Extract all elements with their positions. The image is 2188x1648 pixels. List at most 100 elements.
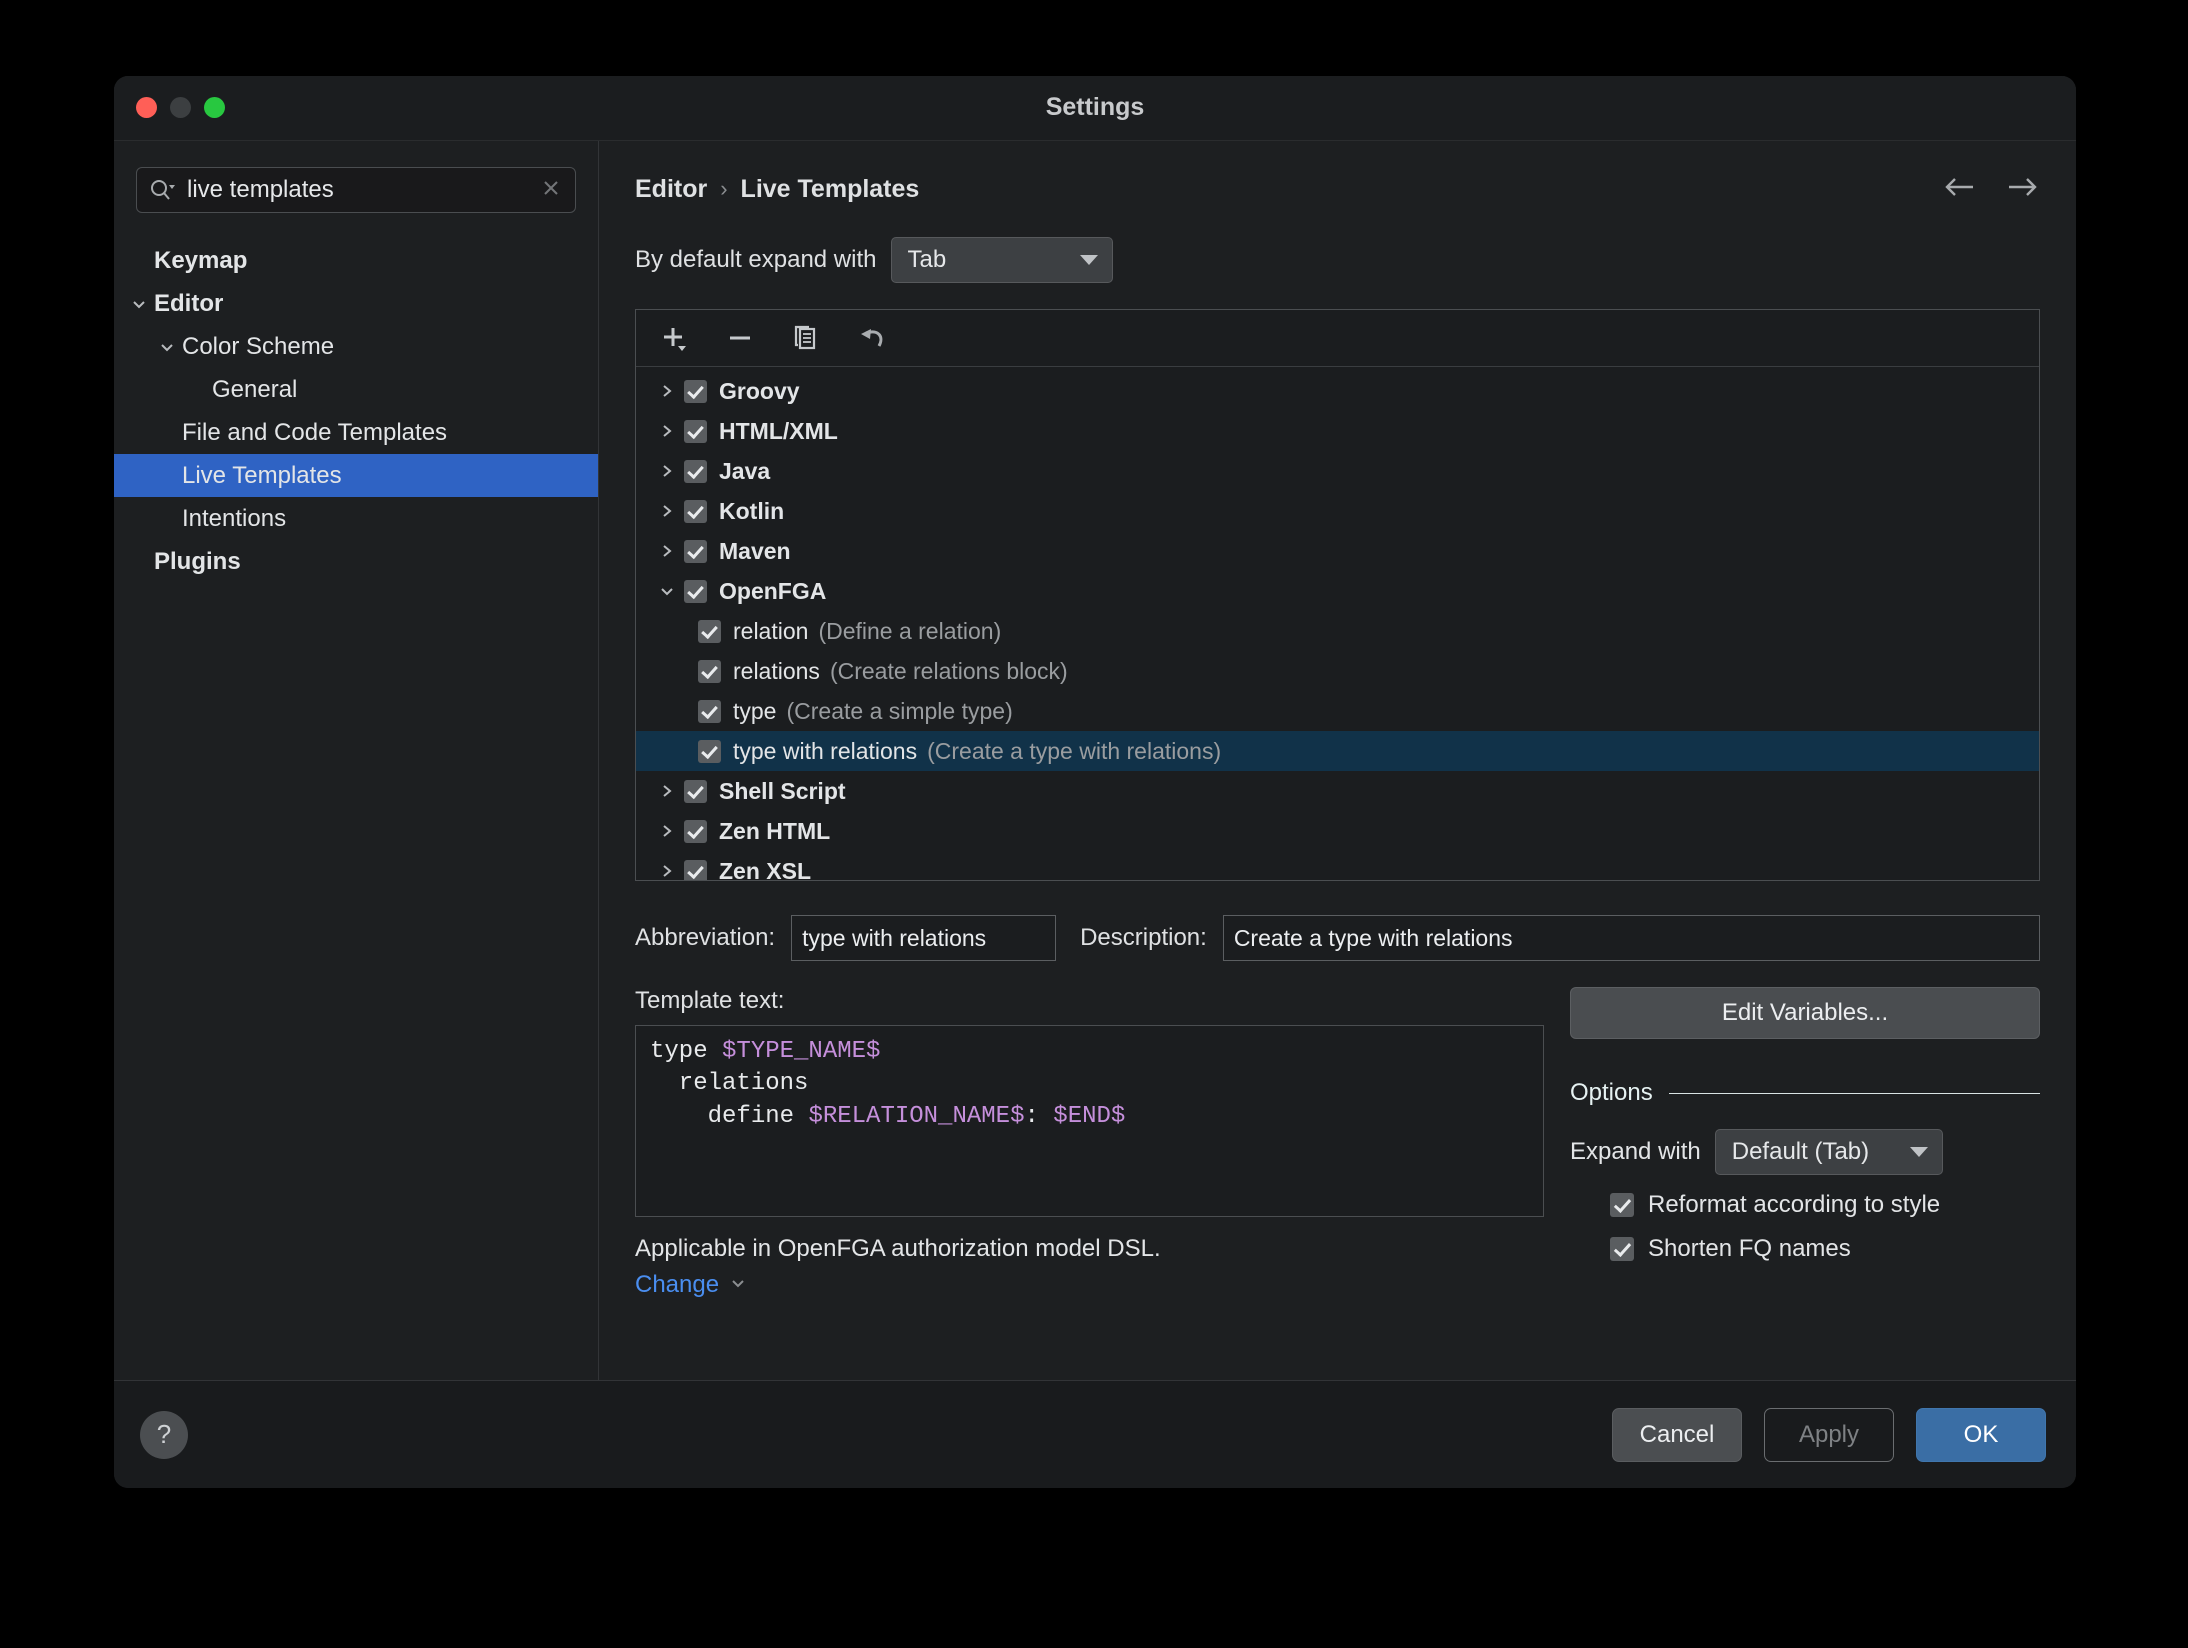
options-divider [1669, 1093, 2040, 1094]
tree-checkbox[interactable] [684, 380, 707, 403]
expand-with-label: Expand with [1570, 1138, 1701, 1166]
expand-with-dropdown[interactable]: Default (Tab) [1715, 1129, 1943, 1175]
ok-button[interactable]: OK [1916, 1408, 2046, 1462]
change-context-link[interactable]: Change [635, 1271, 1544, 1299]
question-mark-icon[interactable]: ? [140, 1411, 188, 1459]
clear-icon[interactable] [539, 176, 563, 205]
code-line: : [1024, 1103, 1053, 1130]
tree-row-label: Maven [719, 538, 791, 565]
edit-variables-button[interactable]: Edit Variables... [1570, 987, 2040, 1039]
chevron-down-icon [729, 1271, 747, 1299]
duplicate-icon[interactable] [786, 318, 826, 358]
tree-row-java[interactable]: Java [636, 451, 2039, 491]
tree-row-shell-script[interactable]: Shell Script [636, 771, 2039, 811]
chevron-right-icon[interactable] [650, 862, 684, 880]
tree-checkbox[interactable] [684, 820, 707, 843]
search-input[interactable]: live templates [187, 176, 539, 204]
tree-row-maven[interactable]: Maven [636, 531, 2039, 571]
tree-row-html-xml[interactable]: HTML/XML [636, 411, 2039, 451]
chevron-right-icon[interactable] [650, 502, 684, 520]
tree-checkbox[interactable] [684, 580, 707, 603]
tree-row-label: relation [733, 618, 808, 645]
template-text-editor[interactable]: type $TYPE_NAME$ relations define $RELAT… [635, 1025, 1544, 1217]
remove-icon[interactable] [720, 318, 760, 358]
tree-row-relation[interactable]: relation (Define a relation) [636, 611, 2039, 651]
chevron-down-icon[interactable] [124, 295, 154, 313]
tree-row-type[interactable]: type (Create a simple type) [636, 691, 2039, 731]
code-line: relations [650, 1070, 808, 1097]
sidebar-item-plugins[interactable]: Plugins [114, 540, 598, 583]
chevron-right-icon[interactable] [650, 542, 684, 560]
chevron-down-icon[interactable] [650, 582, 684, 600]
tree-checkbox[interactable] [684, 780, 707, 803]
tree-row-description: (Define a relation) [818, 618, 1001, 645]
reformat-option-row[interactable]: Reformat according to style [1570, 1191, 2040, 1219]
tree-row-kotlin[interactable]: Kotlin [636, 491, 2039, 531]
tree-row-type-with-relations[interactable]: type with relations (Create a type with … [636, 731, 2039, 771]
sidebar-item-file-and-code-templates[interactable]: File and Code Templates [114, 411, 598, 454]
default-expand-dropdown[interactable]: Tab [891, 237, 1113, 283]
settings-search-field[interactable]: live templates [136, 167, 576, 213]
sidebar-item-general[interactable]: General [114, 368, 598, 411]
tree-row-zen-xsl[interactable]: Zen XSL [636, 851, 2039, 880]
default-expand-row: By default expand with Tab [635, 237, 2040, 283]
tree-row-openfga[interactable]: OpenFGA [636, 571, 2039, 611]
breadcrumb-parent[interactable]: Editor [635, 175, 707, 204]
sidebar-item-intentions[interactable]: Intentions [114, 497, 598, 540]
code-variable: $END$ [1053, 1103, 1125, 1130]
chevron-right-icon[interactable] [650, 822, 684, 840]
arrow-left-icon[interactable] [1942, 174, 1978, 205]
options-column: Edit Variables... Options Expand with De… [1570, 987, 2040, 1380]
revert-icon[interactable] [852, 318, 892, 358]
tree-row-label: Java [719, 458, 770, 485]
tree-checkbox[interactable] [698, 660, 721, 683]
chevron-right-icon[interactable] [650, 422, 684, 440]
settings-body: live templates Keymap Edit [114, 140, 2076, 1380]
sidebar-item-keymap[interactable]: Keymap [114, 239, 598, 282]
chevron-right-icon[interactable] [650, 462, 684, 480]
tree-checkbox[interactable] [684, 500, 707, 523]
tree-row-description: (Create a type with relations) [927, 738, 1221, 765]
tree-row-groovy[interactable]: Groovy [636, 371, 2039, 411]
chevron-right-icon[interactable] [650, 782, 684, 800]
sidebar-item-color-scheme[interactable]: Color Scheme [114, 325, 598, 368]
tree-row-zen-html[interactable]: Zen HTML [636, 811, 2039, 851]
tree-checkbox[interactable] [684, 420, 707, 443]
abbreviation-input[interactable]: type with relations [791, 915, 1056, 961]
window-titlebar: Settings [114, 76, 2076, 140]
tree-row-label: HTML/XML [719, 418, 838, 445]
history-nav [1942, 174, 2040, 205]
tree-checkbox[interactable] [684, 860, 707, 881]
options-legend-label: Options [1570, 1079, 1653, 1107]
tree-checkbox[interactable] [684, 460, 707, 483]
cancel-button[interactable]: Cancel [1612, 1408, 1742, 1462]
sidebar-item-editor[interactable]: Editor [114, 282, 598, 325]
chevron-down-icon[interactable] [152, 338, 182, 356]
search-icon [149, 178, 175, 202]
dialog-footer: ? Cancel Apply OK [114, 1380, 2076, 1488]
sidebar-item-label: Intentions [182, 505, 286, 533]
tree-checkbox[interactable] [698, 740, 721, 763]
apply-button[interactable]: Apply [1764, 1408, 1894, 1462]
tree-checkbox[interactable] [684, 540, 707, 563]
chevron-down-icon [1910, 1147, 1928, 1157]
arrow-right-icon[interactable] [2004, 174, 2040, 205]
tree-checkbox[interactable] [698, 620, 721, 643]
tree-row-label: Zen XSL [719, 858, 811, 881]
settings-window: Settings live templates [114, 76, 2076, 1488]
tree-checkbox[interactable] [698, 700, 721, 723]
shorten-fq-checkbox[interactable] [1610, 1237, 1634, 1261]
reformat-checkbox[interactable] [1610, 1193, 1634, 1217]
tree-row-label: Shell Script [719, 778, 846, 805]
tree-row-label: relations [733, 658, 820, 685]
add-icon[interactable] [654, 318, 694, 358]
chevron-right-icon[interactable] [650, 382, 684, 400]
tree-row-label: Kotlin [719, 498, 784, 525]
shorten-fq-option-row[interactable]: Shorten FQ names [1570, 1235, 2040, 1263]
template-text-column: Template text: type $TYPE_NAME$ relation… [635, 987, 1544, 1380]
sidebar-item-live-templates[interactable]: Live Templates [114, 454, 598, 497]
tree-row-relations[interactable]: relations (Create relations block) [636, 651, 2039, 691]
description-label: Description: [1080, 924, 1207, 952]
description-input[interactable]: Create a type with relations [1223, 915, 2040, 961]
sidebar-item-label: Editor [154, 290, 223, 318]
